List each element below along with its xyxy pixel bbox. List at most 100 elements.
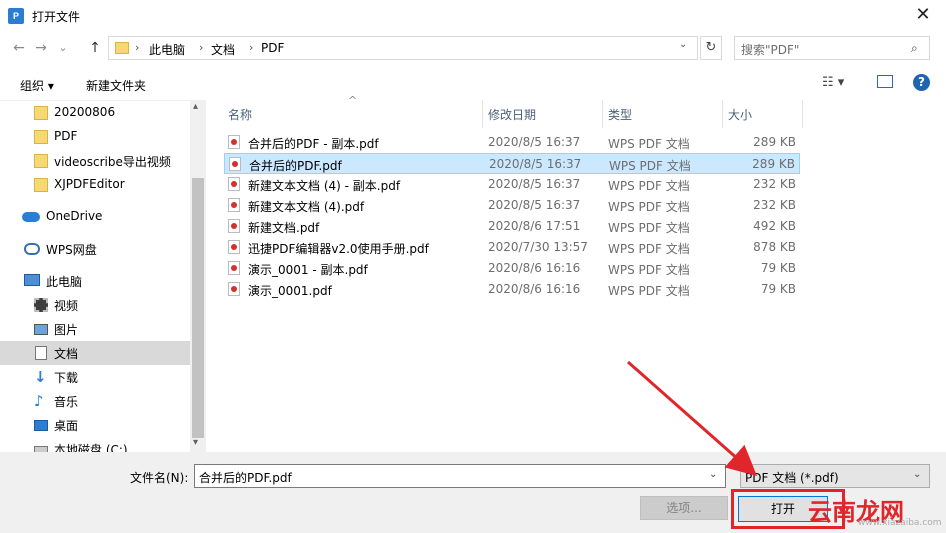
chevron-down-icon[interactable]: ⌄ [709, 469, 717, 480]
new-folder-button[interactable]: 新建文件夹 [86, 77, 146, 94]
recent-locations-button[interactable]: ⌄ [52, 38, 74, 58]
file-row[interactable]: 迅捷PDF编辑器v2.0使用手册.pdf 2020/7/30 13:57 WPS P… [224, 237, 800, 258]
sidebar-item-videoscribe[interactable]: videoscribe导出视频 [0, 149, 190, 173]
search-input[interactable]: 搜索"PDF" ⌕ [734, 36, 930, 60]
breadcrumb-this-pc[interactable]: 此电脑 [149, 41, 185, 58]
folder-icon [34, 154, 48, 168]
options-button[interactable]: 选项... [640, 496, 728, 520]
address-bar[interactable]: › 此电脑 › 文档 › PDF ⌄ [108, 36, 698, 60]
file-name: 合并后的PDF.pdf [249, 159, 342, 173]
sidebar-item-label: 图片 [54, 323, 79, 337]
wps-pdf-icon: P [8, 8, 24, 24]
column-header-type[interactable]: 类型 [608, 106, 632, 123]
file-size: 232 KB [753, 177, 796, 191]
filetype-select[interactable]: PDF 文档 (*.pdf) ⌄ [740, 464, 930, 488]
file-name: 演示_0001 - 副本.pdf [248, 263, 368, 277]
file-modified: 2020/8/5 16:37 [489, 157, 582, 171]
sidebar-item-local-disk-c[interactable]: 本地磁盘 (C:) [0, 437, 190, 452]
sidebar-item-onedrive[interactable]: OneDrive [0, 205, 190, 229]
sidebar-item-label: 音乐 [54, 395, 79, 409]
chevron-down-icon[interactable]: ⌄ [913, 469, 921, 480]
filename-value: 合并后的PDF.pdf [199, 471, 292, 485]
file-size: 79 KB [760, 282, 796, 296]
file-name: 演示_0001.pdf [248, 284, 332, 298]
document-icon [35, 346, 47, 360]
sidebar-item-downloads[interactable]: ↓ 下载 [0, 365, 190, 389]
sidebar-item-label: 视频 [54, 299, 79, 313]
preview-pane-icon[interactable] [877, 75, 893, 88]
scrollbar-thumb[interactable] [192, 178, 204, 438]
forward-button[interactable]: → [30, 38, 52, 58]
sidebar-item-pdf[interactable]: PDF [0, 125, 190, 149]
file-size: 289 KB [753, 135, 796, 149]
file-modified: 2020/8/5 16:37 [488, 135, 581, 149]
toolbar: 组织 ▾ 新建文件夹 ☷ ▾ ? [0, 66, 946, 100]
pdf-file-icon [228, 219, 240, 233]
sidebar-item-desktop[interactable]: 桌面 [0, 413, 190, 437]
up-button[interactable]: ↑ [84, 38, 106, 58]
sidebar-item-wps-cloud[interactable]: WPS网盘 [0, 237, 190, 261]
help-icon[interactable]: ? [913, 74, 930, 91]
file-size: 289 KB [752, 157, 795, 171]
sidebar-item-label: 本地磁盘 (C:) [54, 443, 128, 452]
file-row[interactable]: 新建文档.pdf 2020/8/6 17:51 WPS PDF 文档 492 KB [224, 216, 800, 237]
file-type: WPS PDF 文档 [609, 159, 691, 173]
column-divider[interactable] [602, 100, 603, 128]
file-row[interactable]: 合并后的PDF.pdf 2020/8/5 16:37 WPS PDF 文档 289 K… [224, 153, 800, 174]
refresh-button[interactable]: ↻ [700, 36, 722, 60]
sidebar-item-videos[interactable]: 视频 [0, 293, 190, 317]
column-header-size[interactable]: 大小 [728, 106, 752, 123]
column-divider[interactable] [722, 100, 723, 128]
filename-label: 文件名(N): [130, 471, 189, 485]
sidebar-item-documents[interactable]: 文档 [0, 341, 190, 365]
search-icon[interactable]: ⌕ [911, 41, 918, 56]
file-row[interactable]: 合并后的PDF - 副本.pdf 2020/8/5 16:37 WPS PDF 文档… [224, 132, 800, 153]
sidebar-item-xjpdfeditor[interactable]: XJPDFEditor [0, 173, 190, 197]
sidebar-item-20200806[interactable]: 20200806 [0, 101, 190, 125]
picture-icon [34, 324, 48, 335]
breadcrumb-documents[interactable]: 文档 [211, 41, 235, 58]
sidebar-item-label: videoscribe导出视频 [54, 155, 171, 169]
column-header-name[interactable]: 名称 [228, 106, 252, 123]
column-divider[interactable] [802, 100, 803, 128]
sidebar-item-label: WPS网盘 [46, 243, 97, 257]
pdf-file-icon [228, 240, 240, 254]
filename-input[interactable]: 合并后的PDF.pdf ⌄ [194, 464, 726, 488]
sidebar-item-label: XJPDFEditor [54, 177, 125, 191]
scroll-down-icon[interactable]: ▾ [193, 437, 198, 448]
column-divider[interactable] [482, 100, 483, 128]
cloud-icon [22, 212, 40, 222]
pdf-file-icon [228, 261, 240, 275]
sidebar-item-this-pc[interactable]: 此电脑 [0, 269, 190, 293]
navigation-pane: 20200806 PDF videoscribe导出视频 XJPDFEditor… [0, 100, 206, 452]
file-modified: 2020/8/6 16:16 [488, 261, 581, 275]
scroll-up-icon[interactable]: ▴ [193, 101, 198, 112]
file-size: 492 KB [753, 219, 796, 233]
sidebar-item-music[interactable]: ♪ 音乐 [0, 389, 190, 413]
column-header-modified[interactable]: 修改日期 [488, 106, 536, 123]
download-icon: ↓ [34, 368, 47, 386]
wps-cloud-icon [24, 243, 40, 255]
folder-icon [34, 106, 48, 120]
breadcrumb-pdf[interactable]: PDF [261, 41, 284, 55]
breadcrumb-separator: › [249, 41, 254, 54]
file-type: WPS PDF 文档 [608, 242, 690, 256]
file-type: WPS PDF 文档 [608, 221, 690, 235]
pdf-file-icon [228, 177, 240, 191]
pdf-file-icon [228, 135, 240, 149]
file-type: WPS PDF 文档 [608, 137, 690, 151]
file-row[interactable]: 演示_0001.pdf 2020/8/6 16:16 WPS PDF 文档 79 KB [224, 279, 800, 300]
chevron-down-icon[interactable]: ⌄ [679, 39, 687, 50]
view-options-icon[interactable]: ☷ ▾ [822, 75, 844, 90]
file-type: WPS PDF 文档 [608, 179, 690, 193]
close-button[interactable]: ✕ [900, 0, 946, 32]
back-button[interactable]: ← [8, 38, 30, 58]
organize-button[interactable]: 组织 ▾ [20, 77, 54, 94]
file-row[interactable]: 新建文本文档 (4) - 副本.pdf 2020/8/5 16:37 WPS PDF… [224, 174, 800, 195]
file-row[interactable]: 演示_0001 - 副本.pdf 2020/8/6 16:16 WPS PDF 文档… [224, 258, 800, 279]
sort-ascending-icon: ^ [348, 94, 358, 107]
file-name: 新建文档.pdf [248, 221, 320, 235]
file-row[interactable]: 新建文本文档 (4).pdf 2020/8/5 16:37 WPS PDF 文档 23… [224, 195, 800, 216]
file-name: 合并后的PDF - 副本.pdf [248, 137, 379, 151]
sidebar-item-pictures[interactable]: 图片 [0, 317, 190, 341]
